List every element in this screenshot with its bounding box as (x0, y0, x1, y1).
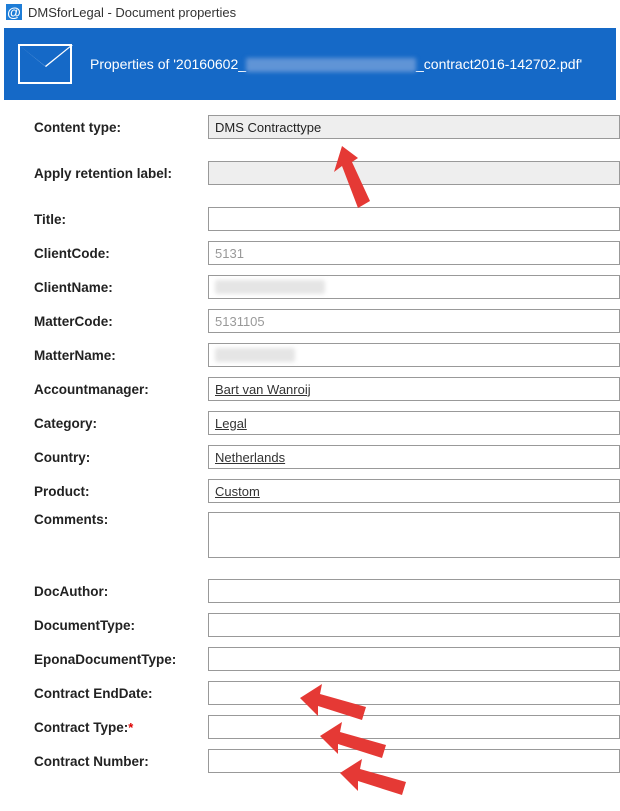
comments-input[interactable] (208, 512, 620, 558)
product-input[interactable]: Custom (208, 479, 620, 503)
docauthor-label: DocAuthor: (34, 584, 208, 599)
clientcode-label: ClientCode: (34, 246, 208, 261)
country-input[interactable]: Netherlands (208, 445, 620, 469)
window-title: DMSforLegal - Document properties (28, 5, 236, 20)
documenttype-input[interactable] (208, 613, 620, 637)
comments-label: Comments: (34, 512, 208, 527)
content-type-label: Content type: (34, 120, 208, 135)
app-icon: @ (6, 4, 22, 20)
clientname-label: ClientName: (34, 280, 208, 295)
eponadoctype-input[interactable] (208, 647, 620, 671)
redacted-text (215, 280, 325, 294)
content-type-field[interactable]: DMS Contracttype (208, 115, 620, 139)
clientcode-input[interactable]: 5131 (208, 241, 620, 265)
accountmanager-input[interactable]: Bart van Wanroij (208, 377, 620, 401)
contract-type-label: Contract Type:* (34, 720, 208, 735)
eponadoctype-label: EponaDocumentType: (34, 652, 208, 667)
category-input[interactable]: Legal (208, 411, 620, 435)
redacted-text (246, 58, 416, 72)
properties-header: Properties of '20160602__contract2016-14… (4, 28, 616, 100)
contract-enddate-label: Contract EndDate: (34, 686, 208, 701)
envelope-icon (18, 44, 72, 84)
category-label: Category: (34, 416, 208, 431)
contract-type-input[interactable] (208, 715, 620, 739)
docauthor-input[interactable] (208, 579, 620, 603)
properties-header-text: Properties of '20160602__contract2016-14… (90, 56, 582, 72)
documenttype-label: DocumentType: (34, 618, 208, 633)
title-input[interactable] (208, 207, 620, 231)
mattercode-label: MatterCode: (34, 314, 208, 329)
accountmanager-label: Accountmanager: (34, 382, 208, 397)
window-titlebar: @ DMSforLegal - Document properties (0, 0, 620, 24)
retention-field[interactable] (208, 161, 620, 185)
mattercode-input[interactable]: 5131105 (208, 309, 620, 333)
redacted-text (215, 348, 295, 362)
properties-form: Content type: DMS Contracttype Apply ret… (0, 104, 620, 792)
retention-label: Apply retention label: (34, 166, 208, 181)
contract-number-input[interactable] (208, 749, 620, 773)
clientname-input[interactable] (208, 275, 620, 299)
mattername-input[interactable] (208, 343, 620, 367)
contract-number-label: Contract Number: (34, 754, 208, 769)
country-label: Country: (34, 450, 208, 465)
title-label: Title: (34, 212, 208, 227)
mattername-label: MatterName: (34, 348, 208, 363)
product-label: Product: (34, 484, 208, 499)
contract-enddate-input[interactable] (208, 681, 620, 705)
